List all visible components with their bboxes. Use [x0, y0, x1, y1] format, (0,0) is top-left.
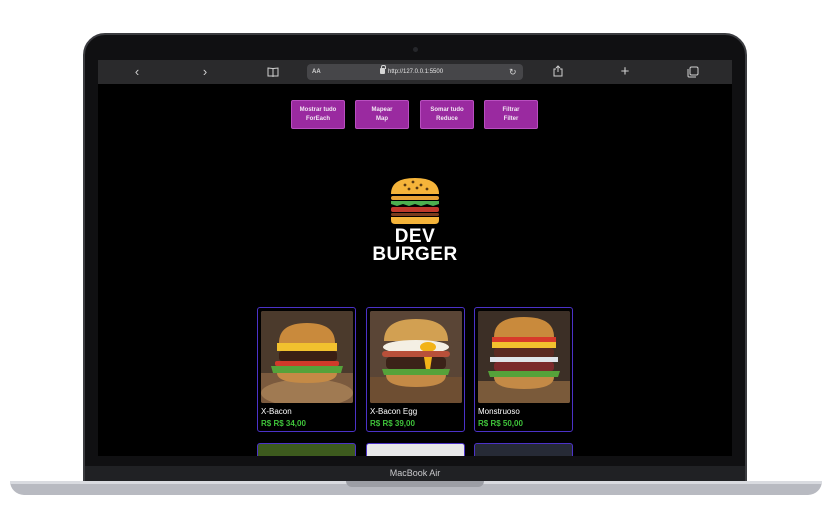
- logo-text: DEV BURGER: [372, 226, 458, 265]
- browser-window: ‹ › AA http://127.0.0.1:5500 ↻ + Mostrar…: [98, 60, 732, 456]
- text-size-button[interactable]: AA: [312, 64, 321, 80]
- product-image: [261, 311, 353, 403]
- product-card[interactable]: X-Bacon Egg R$ R$ 39,00: [366, 307, 465, 432]
- foreach-button[interactable]: Mostrar tudo ForEach: [291, 100, 345, 129]
- product-name: X-Bacon: [261, 407, 292, 416]
- forward-icon[interactable]: ›: [195, 60, 215, 84]
- lock-icon: [380, 65, 386, 74]
- new-tab-icon[interactable]: +: [615, 60, 635, 84]
- product-image: [478, 311, 570, 403]
- browser-toolbar: ‹ › AA http://127.0.0.1:5500 ↻ +: [98, 60, 732, 84]
- reduce-button[interactable]: Somar tudo Reduce: [420, 100, 474, 129]
- share-icon[interactable]: [548, 60, 568, 84]
- filter-button[interactable]: Filtrar Filter: [484, 100, 538, 129]
- product-card[interactable]: [257, 443, 356, 456]
- product-price: R$ R$ 34,00: [261, 419, 306, 428]
- camera-icon: [413, 47, 418, 52]
- product-card[interactable]: [474, 443, 573, 456]
- reload-icon[interactable]: ↻: [509, 64, 517, 80]
- laptop-mockup: ‹ › AA http://127.0.0.1:5500 ↻ + Mostrar…: [0, 0, 831, 521]
- url-text: http://127.0.0.1:5500: [388, 69, 444, 75]
- action-buttons: Mostrar tudo ForEach Mapear Map Somar tu…: [291, 100, 551, 130]
- burger-logo-icon: [391, 178, 439, 224]
- tabs-icon[interactable]: [683, 60, 703, 84]
- device-label: MacBook Air: [85, 466, 745, 481]
- bookmarks-icon[interactable]: [263, 60, 283, 84]
- product-name: Monstruoso: [478, 407, 520, 416]
- laptop-notch: [346, 481, 484, 487]
- map-button[interactable]: Mapear Map: [355, 100, 409, 129]
- address-bar[interactable]: AA http://127.0.0.1:5500 ↻: [307, 64, 523, 80]
- product-price: R$ R$ 39,00: [370, 419, 415, 428]
- back-icon[interactable]: ‹: [127, 60, 147, 84]
- product-price: R$ R$ 50,00: [478, 419, 523, 428]
- product-name: X-Bacon Egg: [370, 407, 418, 416]
- product-card[interactable]: Monstruoso R$ R$ 50,00: [474, 307, 573, 432]
- product-image: [370, 311, 462, 403]
- product-card[interactable]: X-Bacon R$ R$ 34,00: [257, 307, 356, 432]
- product-card[interactable]: [366, 443, 465, 456]
